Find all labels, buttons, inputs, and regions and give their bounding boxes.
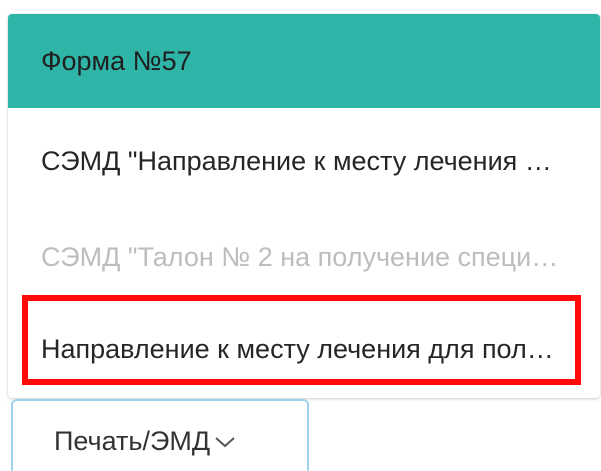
print-emd-button-label: Печать/ЭМД [54,425,211,456]
menu-item-form-57[interactable]: Форма №57 [8,14,600,108]
menu-item-semd-coupon-2: СЭМД "Талон № 2 на получение специ… [41,242,559,272]
print-emd-button[interactable]: Печать/ЭМД [11,399,309,471]
stage: Форма №57 СЭМД "Направление к месту лече… [0,0,601,471]
print-dropdown-menu: Форма №57 СЭМД "Направление к месту лече… [8,14,600,398]
chevron-down-icon [215,437,235,448]
menu-item-semd-treatment-referral[interactable]: СЭМД "Направление к месту лечения … [8,120,600,200]
menu-item-treatment-referral[interactable]: Направление к месту лечения для пол… [8,298,600,392]
